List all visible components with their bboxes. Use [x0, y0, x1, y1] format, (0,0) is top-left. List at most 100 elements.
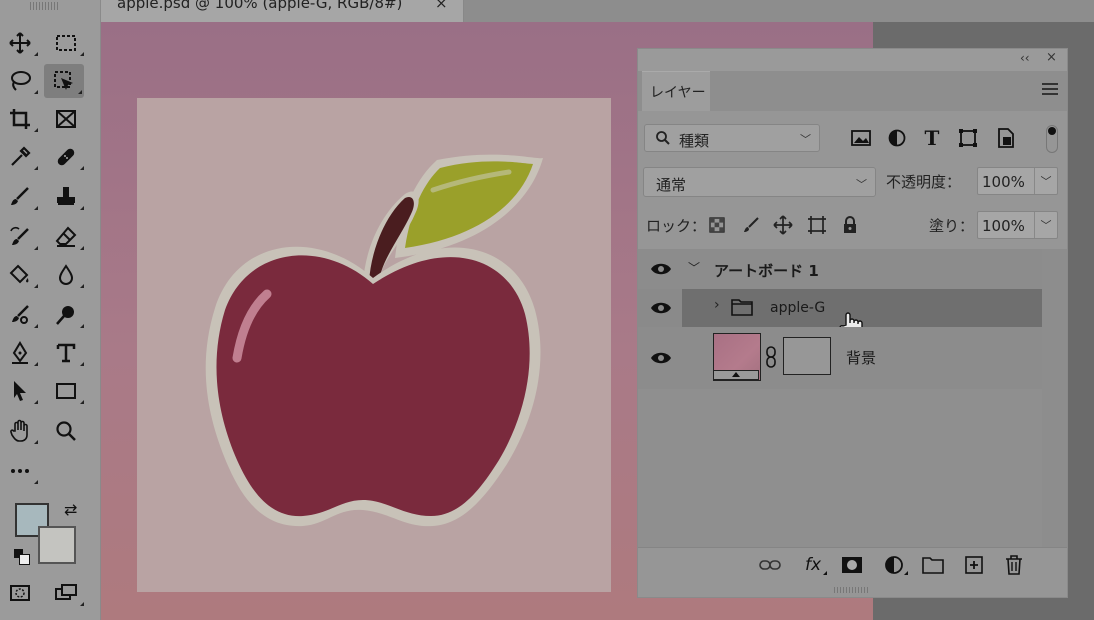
panel-tab-row: レイヤー [638, 71, 1067, 111]
screen-mode-button[interactable] [46, 576, 86, 610]
chevron-down-icon[interactable]: ﹀ [1034, 168, 1057, 194]
marquee-tool-button[interactable] [46, 26, 86, 60]
quick-mask-button[interactable] [0, 576, 40, 610]
object-select-tool-button[interactable] [44, 64, 84, 98]
paint-bucket-icon [9, 264, 29, 284]
lock-position-icon[interactable] [772, 214, 794, 236]
visibility-eye-icon[interactable] [650, 351, 672, 365]
lock-all-icon[interactable] [839, 214, 861, 236]
document-tab[interactable]: apple.psd @ 100% (apple-G, RGB/8#) × [101, 0, 464, 22]
layer-filter-row: 種類 ﹀ T [638, 119, 1067, 159]
opacity-field[interactable]: 100% ﹀ [977, 167, 1058, 195]
blend-mode-select[interactable]: 通常 ﹀ [643, 167, 876, 197]
blur-tool-button[interactable] [46, 258, 86, 292]
healing-tool-button[interactable] [46, 140, 86, 174]
visibility-eye-icon[interactable] [650, 262, 672, 276]
pen-tool-button[interactable] [0, 336, 40, 370]
zoom-tool-button[interactable] [46, 414, 86, 448]
artboard-thumb-marker [713, 370, 759, 380]
hand-tool-button[interactable] [0, 414, 40, 448]
fill-value: 100% [982, 217, 1025, 235]
tab-layers[interactable]: レイヤー [642, 71, 710, 111]
rectangle-tool-button[interactable] [46, 374, 86, 408]
chevron-right-icon[interactable]: › [714, 297, 720, 313]
adjustment-filter-icon[interactable] [886, 127, 908, 149]
object-select-icon [54, 71, 73, 90]
fill-label: 塗り： [929, 217, 975, 235]
filter-kind-select[interactable]: 種類 ﹀ [644, 124, 820, 152]
quick-mask-icon [10, 585, 30, 601]
default-colors-icon[interactable] [14, 549, 30, 565]
brush-tool-button[interactable] [0, 180, 40, 214]
adjustment-layer-icon[interactable] [882, 554, 908, 576]
artboard[interactable] [137, 98, 611, 592]
shape-filter-icon[interactable] [957, 127, 979, 149]
panel-header[interactable]: ‹‹ × [638, 49, 1067, 71]
chevron-down-icon: ﹀ [856, 178, 867, 191]
lock-transparency-icon[interactable] [706, 214, 728, 236]
panel-menu-icon[interactable] [1042, 83, 1058, 95]
history-brush-tool-button[interactable] [0, 220, 40, 254]
stamp-tool-button[interactable] [46, 180, 86, 214]
lock-artboard-icon[interactable] [806, 214, 828, 236]
swap-colors-icon[interactable]: ⇄ [64, 500, 77, 519]
mixer-brush-icon [12, 305, 29, 324]
crop-tool-button[interactable] [0, 102, 40, 136]
image-filter-icon[interactable] [850, 127, 872, 149]
close-panel-icon[interactable]: × [1046, 50, 1057, 65]
layer-mask-thumbnail[interactable] [783, 337, 831, 375]
dodge-tool-button[interactable] [46, 298, 86, 332]
expand-chevron-icon[interactable]: ﹀ [688, 259, 700, 276]
new-group-icon[interactable] [921, 554, 945, 576]
document-close-icon[interactable]: × [435, 0, 448, 12]
mixer-brush-tool-button[interactable] [0, 298, 40, 332]
background-color-swatch[interactable] [38, 526, 76, 564]
collapse-panel-icon[interactable]: ‹‹ [1020, 51, 1030, 65]
eraser-tool-button[interactable] [46, 220, 86, 254]
new-layer-icon[interactable] [962, 554, 986, 576]
layer-row-background[interactable]: 背景 [638, 327, 1042, 389]
type-filter-icon[interactable]: T [921, 126, 943, 150]
fx-label: fx [804, 555, 822, 575]
brush-icon [11, 187, 29, 205]
frame-tool-button[interactable] [46, 102, 86, 136]
lock-label: ロック： [646, 217, 707, 235]
toolbar-grip[interactable] [30, 2, 58, 10]
rect-marquee-icon [56, 35, 76, 51]
filter-kind-label: 種類 [679, 132, 710, 150]
fill-field[interactable]: 100% ﹀ [977, 211, 1058, 239]
lock-row: ロック： 塗り： 100% ﹀ [638, 207, 1067, 243]
smart-object-filter-icon[interactable] [995, 127, 1017, 149]
layers-scrollbar[interactable] [1042, 249, 1067, 547]
path-select-tool-button[interactable] [0, 374, 40, 408]
layer-mask-icon[interactable] [840, 554, 864, 576]
panel-resize-grip[interactable] [834, 587, 870, 593]
search-icon [656, 131, 670, 145]
eyedropper-tool-button[interactable] [0, 140, 40, 174]
link-layers-icon[interactable] [758, 554, 782, 576]
lock-pixels-icon[interactable] [740, 214, 762, 236]
filter-toggle[interactable] [1046, 125, 1058, 153]
layer-row-group[interactable]: › apple-G [638, 289, 1042, 340]
stamp-icon [57, 187, 75, 205]
type-tool-button[interactable] [46, 336, 86, 370]
move-tool-button[interactable] [0, 26, 40, 60]
link-chain-icon[interactable] [765, 345, 777, 369]
fx-icon[interactable]: fx [801, 554, 827, 576]
lasso-tool-button[interactable] [0, 64, 40, 98]
blur-drop-icon [58, 264, 74, 285]
visibility-eye-icon[interactable] [650, 301, 672, 315]
move-icon [9, 32, 31, 54]
bandage-icon [57, 148, 75, 166]
tools-panel: ⇄ [0, 0, 101, 620]
delete-layer-icon[interactable] [1002, 554, 1026, 576]
opacity-label: 不透明度： [886, 173, 962, 191]
type-icon [56, 343, 76, 363]
more-tools-button[interactable] [0, 454, 40, 488]
frame-icon [56, 110, 76, 128]
dodge-icon [56, 306, 74, 325]
history-brush-icon [10, 226, 29, 245]
layer-row-artboard[interactable]: ﹀ アートボード 1 [638, 249, 1042, 289]
chevron-down-icon[interactable]: ﹀ [1034, 212, 1057, 238]
paint-bucket-tool-button[interactable] [0, 258, 40, 292]
